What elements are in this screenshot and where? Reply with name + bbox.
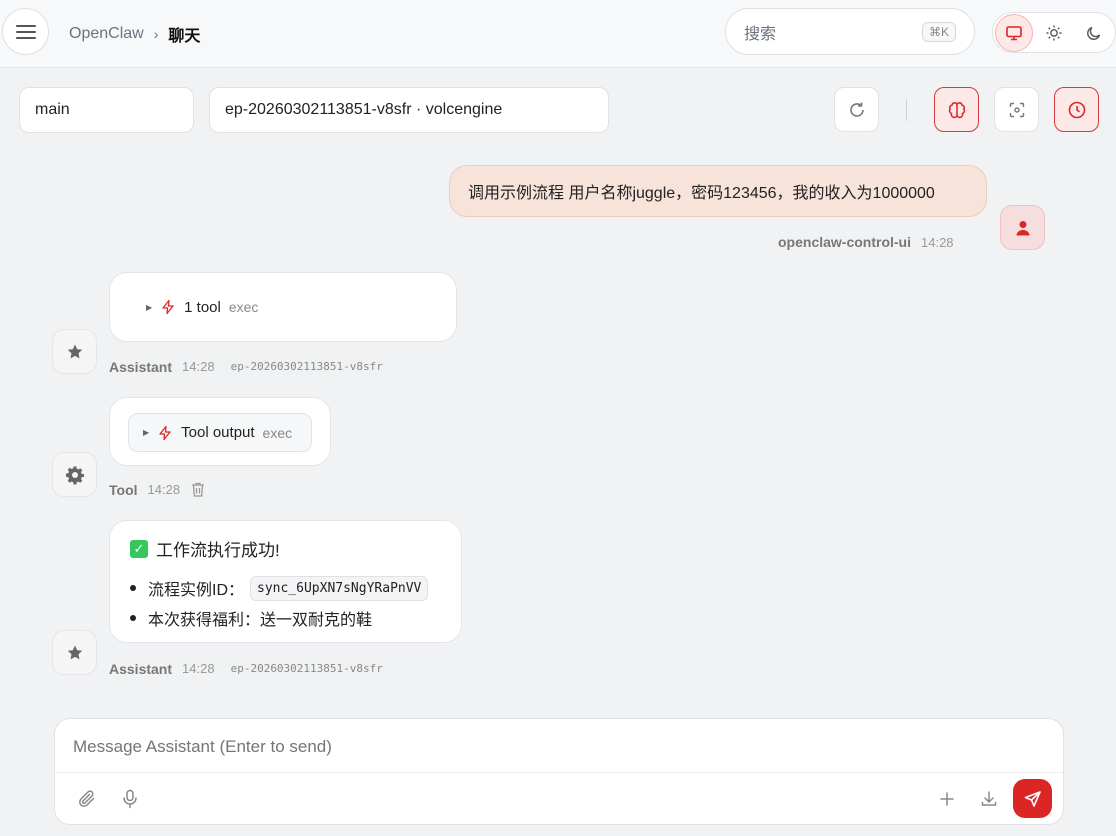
sun-icon (1046, 25, 1062, 40)
agent-select-value: main (35, 101, 70, 118)
new-session-button[interactable] (935, 787, 959, 811)
message-model: ep-20260302113851-v8sfr (224, 358, 389, 375)
theme-dark-button[interactable] (1075, 14, 1113, 52)
bullet (130, 585, 136, 591)
message-time: 14:28 (182, 661, 215, 676)
message-sender: Assistant (109, 358, 173, 375)
result-title: ✓ 工作流执行成功! (130, 536, 280, 561)
user-message-bubble: 调用示例流程 用户名称juggle，密码123456，我的收入为1000000 (449, 165, 987, 217)
assistant-tool-call-bubble: ▶ 1 tool exec (109, 272, 457, 342)
star-icon (67, 645, 82, 659)
user-message-meta: openclaw-control-ui 14:28 (778, 234, 954, 250)
user-message-text: 调用示例流程 用户名称juggle，密码123456，我的收入为1000000 (468, 185, 935, 202)
message-input[interactable] (73, 737, 973, 757)
breadcrumb-current-page: 聊天 (168, 28, 201, 45)
message-composer (54, 718, 1064, 825)
user-icon (1016, 220, 1029, 235)
result-title-text: 工作流执行成功! (156, 541, 280, 560)
search-box[interactable]: 搜索 ⌘K (725, 8, 975, 55)
voice-input-button[interactable] (118, 787, 142, 811)
theme-system-button[interactable] (995, 13, 1033, 52)
export-button[interactable] (977, 787, 1001, 811)
tool-output-label: Tool output (181, 424, 255, 441)
breadcrumb-app[interactable]: OpenClaw (69, 25, 144, 43)
assistant-avatar (52, 630, 97, 675)
paperclip-icon (79, 790, 95, 807)
clock-icon (1068, 101, 1085, 118)
list-item-label: 流程实例ID： (148, 582, 245, 599)
model-select[interactable]: ep-20260302113851-v8sfr · volcengine (209, 87, 609, 133)
list-item: 本次获得福利：送一双耐克的鞋 (130, 603, 428, 633)
result-list: 流程实例ID： sync_6UpXN7sNgYRaPnVV 本次获得福利：送一双… (130, 573, 429, 633)
toolbar-divider (906, 99, 907, 121)
breadcrumb: OpenClaw › 聊天 (69, 22, 200, 46)
message-sender: openclaw-control-ui (778, 234, 911, 250)
agent-select[interactable]: main (19, 87, 194, 133)
breadcrumb-separator: › (153, 26, 159, 42)
bullet (130, 615, 136, 621)
list-item-label: 本次获得福利：送一双耐克的鞋 (148, 612, 373, 629)
tool-name: exec (262, 424, 293, 441)
moon-icon (1087, 26, 1101, 40)
brain-icon (948, 101, 965, 118)
refresh-icon (849, 102, 864, 117)
theme-light-button[interactable] (1035, 14, 1073, 52)
microphone-icon (123, 789, 137, 809)
inline-code: sync_6UpXN7sNgYRaPnVV (250, 575, 429, 601)
focus-icon (1009, 102, 1024, 117)
hamburger-icon (15, 24, 36, 39)
expand-triangle-icon: ▶ (146, 302, 153, 312)
theme-switcher (992, 12, 1116, 53)
menu-button[interactable] (2, 8, 49, 55)
list-item: 流程实例ID： sync_6UpXN7sNgYRaPnVV (130, 573, 429, 603)
gear-icon (65, 466, 84, 484)
search-placeholder: 搜索 (744, 25, 777, 43)
tool-output-chip[interactable]: ▶ Tool output exec (128, 413, 312, 452)
assistant-message-meta: Assistant 14:28 ep-20260302113851-v8sfr (109, 358, 389, 375)
plus-icon (940, 792, 954, 806)
history-button[interactable] (1054, 87, 1099, 132)
expand-triangle-icon: ▶ (143, 428, 150, 437)
composer-divider (55, 772, 1063, 773)
message-model: ep-20260302113851-v8sfr (224, 660, 389, 677)
lightning-icon (159, 425, 171, 440)
lightning-icon (162, 299, 174, 315)
refresh-button[interactable] (834, 87, 879, 132)
star-icon (67, 344, 82, 358)
check-icon: ✓ (130, 539, 148, 558)
tool-count: 1 tool (184, 298, 221, 316)
attach-button[interactable] (75, 787, 99, 811)
message-time: 14:28 (182, 359, 215, 374)
assistant-message-meta: Assistant 14:28 ep-20260302113851-v8sfr (109, 660, 389, 677)
tool-message-meta: Tool 14:28 (109, 481, 206, 498)
top-bar: OpenClaw › 聊天 搜索 ⌘K (0, 0, 1116, 68)
send-button[interactable] (1013, 779, 1052, 818)
message-sender: Assistant (109, 660, 173, 677)
trash-icon (192, 482, 205, 497)
message-time: 14:28 (921, 234, 954, 250)
tool-call-summary[interactable]: ▶ 1 tool exec (146, 299, 258, 316)
model-select-value: ep-20260302113851-v8sfr · volcengine (225, 101, 503, 118)
monitor-icon (1006, 25, 1022, 40)
user-avatar (1000, 205, 1045, 250)
tool-name: exec (228, 299, 259, 315)
thinking-toggle-button[interactable] (934, 87, 979, 132)
assistant-avatar (52, 329, 97, 374)
tool-avatar (52, 452, 97, 497)
focus-mode-button[interactable] (994, 87, 1039, 132)
delete-message-button[interactable] (190, 481, 206, 498)
message-time: 14:28 (147, 482, 181, 497)
search-shortcut-badge: ⌘K (921, 22, 956, 42)
message-sender: Tool (109, 481, 138, 498)
download-icon (981, 791, 997, 806)
send-icon (1024, 790, 1041, 807)
